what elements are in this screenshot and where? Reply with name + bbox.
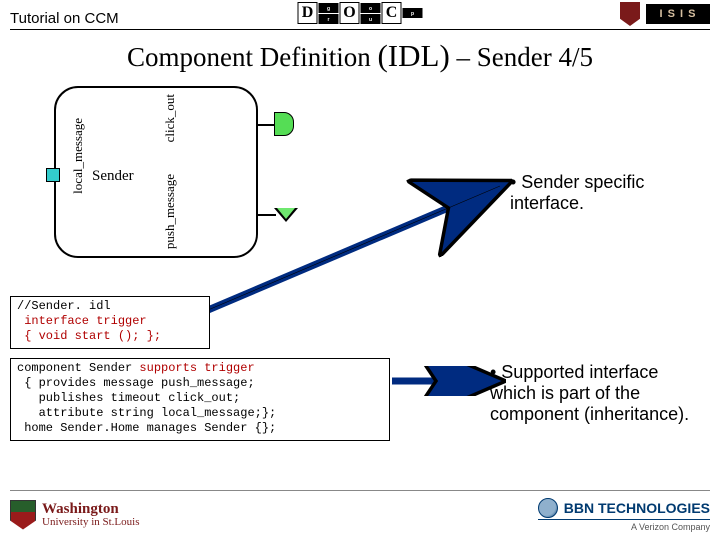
click-out-port <box>274 112 294 136</box>
sender-label: Sender <box>92 168 134 185</box>
code2-line1a: component Sender <box>17 361 139 375</box>
component-diagram: local_message click_out push_message Sen… <box>16 84 264 264</box>
code-sender-idl-trigger: //Sender. idl interface trigger { void s… <box>10 296 210 349</box>
bullet-supported-interface: • Supported interface which is part of t… <box>490 362 700 425</box>
wustl-logo: Washington University in St.Louis <box>10 500 139 530</box>
right-logos: I S I S <box>620 2 710 26</box>
bbn-name: BBN TECHNOLOGIES <box>564 500 710 516</box>
slide-header: Tutorial on CCM D g r O o u C p I S I S <box>10 0 710 30</box>
wustl-text: Washington University in St.Louis <box>42 502 139 528</box>
logo-letter-d: D <box>298 2 318 24</box>
wustl-top: Washington <box>42 502 139 517</box>
header-title: Tutorial on CCM <box>10 10 119 27</box>
code1-line1: //Sender. idl <box>17 299 111 313</box>
slide-content: local_message click_out push_message Sen… <box>10 78 710 498</box>
logo-small-p: p <box>403 8 423 18</box>
wustl-bottom: University in St.Louis <box>42 517 139 528</box>
code2-line3: publishes timeout click_out; <box>17 391 240 405</box>
click-out-label: click_out <box>162 94 178 142</box>
bullet-sender-specific: • Sender specific interface. <box>510 172 700 214</box>
slide-title: Component Definition (IDL) – Sender 4/5 <box>10 38 710 74</box>
globe-icon <box>538 498 558 518</box>
code1-line2: interface trigger <box>17 314 147 328</box>
slide-footer: Washington University in St.Louis BBN TE… <box>10 490 710 534</box>
code2-line5: home Sender.Home manages Sender {}; <box>17 421 276 435</box>
push-message-label: push_message <box>162 174 178 249</box>
title-pre: Component Definition <box>127 42 377 72</box>
local-message-port <box>46 168 60 182</box>
title-post: – Sender 4/5 <box>450 42 593 72</box>
code2-line4: attribute string local_message;}; <box>17 406 276 420</box>
wustl-shield-icon <box>10 500 36 530</box>
logo-letter-c: C <box>382 2 402 24</box>
logo-small-g: g <box>319 3 339 13</box>
local-message-label: local_message <box>70 118 86 194</box>
code2-line1b: supports trigger <box>139 361 254 375</box>
doc-group-logo: D g r O o u C p <box>298 2 423 24</box>
isis-logo: I S I S <box>646 4 710 24</box>
logo-small-r: r <box>319 14 339 24</box>
logo-small-u: u <box>361 14 381 24</box>
bbn-sub: A Verizon Company <box>538 519 710 532</box>
code1-line3: { void start (); }; <box>17 329 161 343</box>
logo-small-o: o <box>361 3 381 13</box>
shield-icon <box>620 2 640 26</box>
push-message-port <box>277 208 295 219</box>
logo-letter-o: O <box>340 2 360 24</box>
title-idl: (IDL) <box>377 38 449 73</box>
code-sender-component: component Sender supports trigger { prov… <box>10 358 390 441</box>
bbn-logo: BBN TECHNOLOGIES A Verizon Company <box>538 498 710 532</box>
code2-line2: { provides message push_message; <box>17 376 255 390</box>
